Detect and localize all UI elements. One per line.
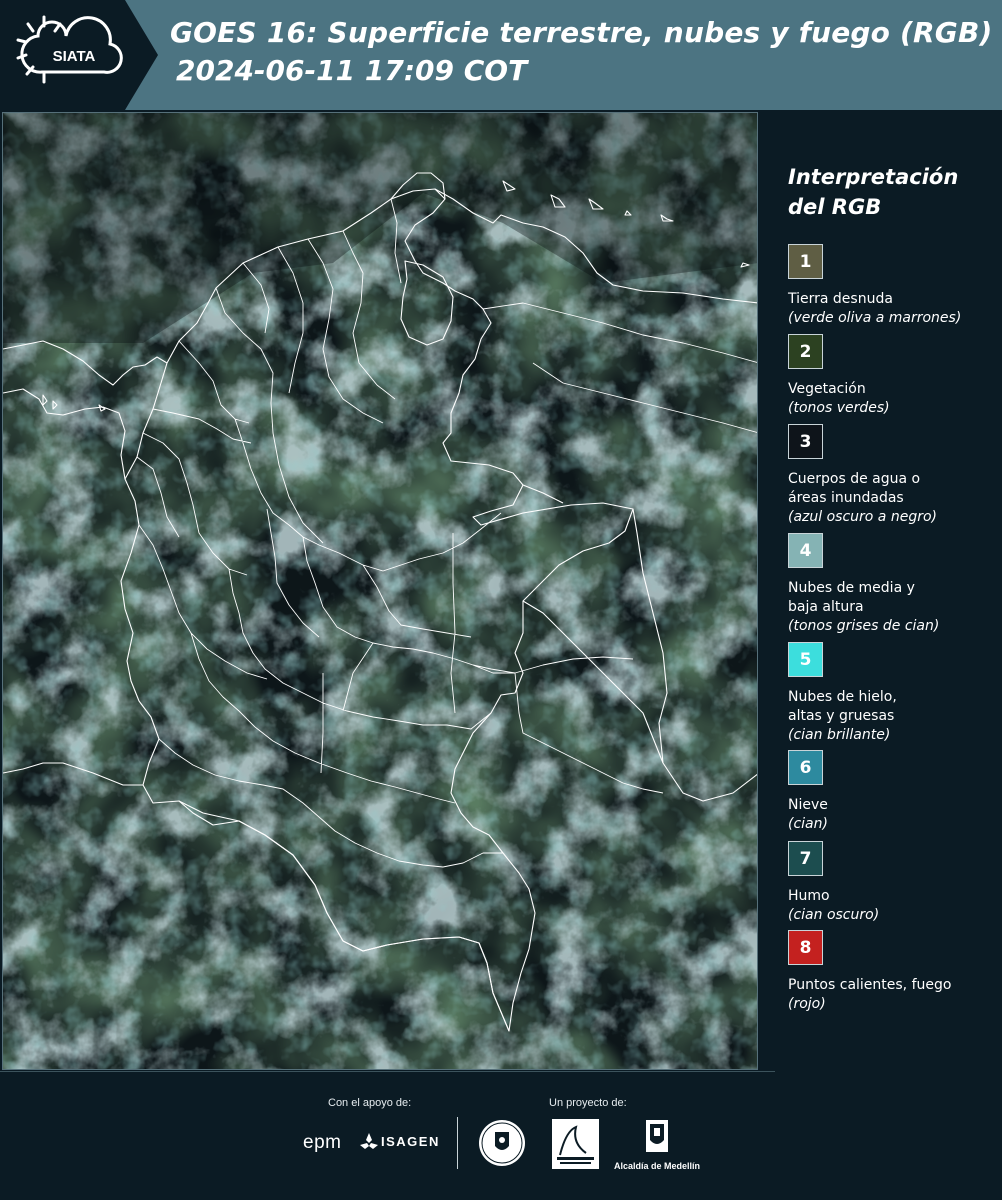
legend-note: (azul oscuro a negro) xyxy=(788,509,937,525)
legend-label: Puntos calientes, fuego xyxy=(788,977,952,993)
legend-swatch: 3 xyxy=(788,424,823,459)
legend-item-ice-clouds: 5 Nubes de hielo, altas y gruesas (cian … xyxy=(788,642,998,745)
header-bar: SIATA GOES 16: Superficie terrestre, nub… xyxy=(0,0,1002,110)
legend-note: (tonos grises de cian) xyxy=(788,618,940,634)
legend-swatch: 2 xyxy=(788,334,823,369)
legend-note: (cian brillante) xyxy=(788,727,891,743)
logo-divider xyxy=(457,1117,458,1169)
siata-logo[interactable]: SIATA xyxy=(0,0,158,110)
legend-item-bare-land: 1 Tierra desnuda (verde oliva a marrones… xyxy=(788,244,998,328)
satellite-map[interactable] xyxy=(2,112,758,1070)
page-datetime: 2024-06-11 17:09 COT xyxy=(176,54,528,87)
legend-panel: Interpretación del RGB 1 Tierra desnuda … xyxy=(760,112,1002,1070)
legend-label: Vegetación xyxy=(788,381,866,397)
alcaldia-text: Alcaldía de Medellín xyxy=(613,1161,701,1171)
legend-item-smoke: 7 Humo (cian oscuro) xyxy=(788,841,998,925)
legend-item-vegetation: 2 Vegetación (tonos verdes) xyxy=(788,334,998,418)
footer-divider-line xyxy=(0,1071,775,1072)
legend-swatch: 6 xyxy=(788,750,823,785)
alcaldia-medellin-logo[interactable]: Alcaldía de Medellín xyxy=(612,1118,702,1171)
area-metropolitana-logo[interactable] xyxy=(552,1119,599,1169)
legend-swatch: 4 xyxy=(788,533,823,568)
legend-item-fire: 8 Puntos calientes, fuego (rojo) xyxy=(788,930,998,1014)
logo-text: SIATA xyxy=(53,48,96,65)
isagen-logo[interactable]: ISAGEN xyxy=(359,1132,438,1157)
legend-label: Cuerpos de agua o áreas inundadas xyxy=(788,471,921,506)
epm-logo[interactable]: epm xyxy=(303,1132,341,1154)
page-title: GOES 16: Superficie terrestre, nubes y f… xyxy=(170,16,993,49)
medellin-seal-icon[interactable] xyxy=(477,1118,527,1168)
legend-label: Nubes de hielo, altas y gruesas xyxy=(788,689,897,724)
legend-note: (cian oscuro) xyxy=(788,907,880,923)
isagen-text: ISAGEN xyxy=(381,1134,440,1149)
legend-swatch: 1 xyxy=(788,244,823,279)
legend-note: (verde oliva a marrones) xyxy=(788,310,962,326)
alcaldia-crest-icon xyxy=(646,1120,668,1152)
legend-note: (tonos verdes) xyxy=(788,400,890,416)
legend-swatch: 7 xyxy=(788,841,823,876)
isagen-mark-icon xyxy=(360,1133,378,1149)
project-label: Un proyecto de: xyxy=(549,1097,627,1109)
legend-label: Nubes de media y baja altura xyxy=(788,580,915,615)
legend-label: Humo xyxy=(788,888,830,904)
legend-item-snow: 6 Nieve (cian) xyxy=(788,750,998,834)
legend-item-water: 3 Cuerpos de agua o áreas inundadas (azu… xyxy=(788,424,998,527)
legend-note: (cian) xyxy=(788,816,828,832)
legend-item-low-clouds: 4 Nubes de media y baja altura (tonos gr… xyxy=(788,533,998,636)
legend-label: Nieve xyxy=(788,797,828,813)
legend-note: (rojo) xyxy=(788,996,826,1012)
support-label: Con el apoyo de: xyxy=(328,1097,412,1109)
legend-swatch: 5 xyxy=(788,642,823,677)
legend-swatch: 8 xyxy=(788,930,823,965)
legend-title: Interpretación del RGB xyxy=(788,165,959,219)
footer: Con el apoyo de: Un proyecto de: epm ISA… xyxy=(0,1070,1002,1200)
legend-label: Tierra desnuda xyxy=(788,291,893,307)
